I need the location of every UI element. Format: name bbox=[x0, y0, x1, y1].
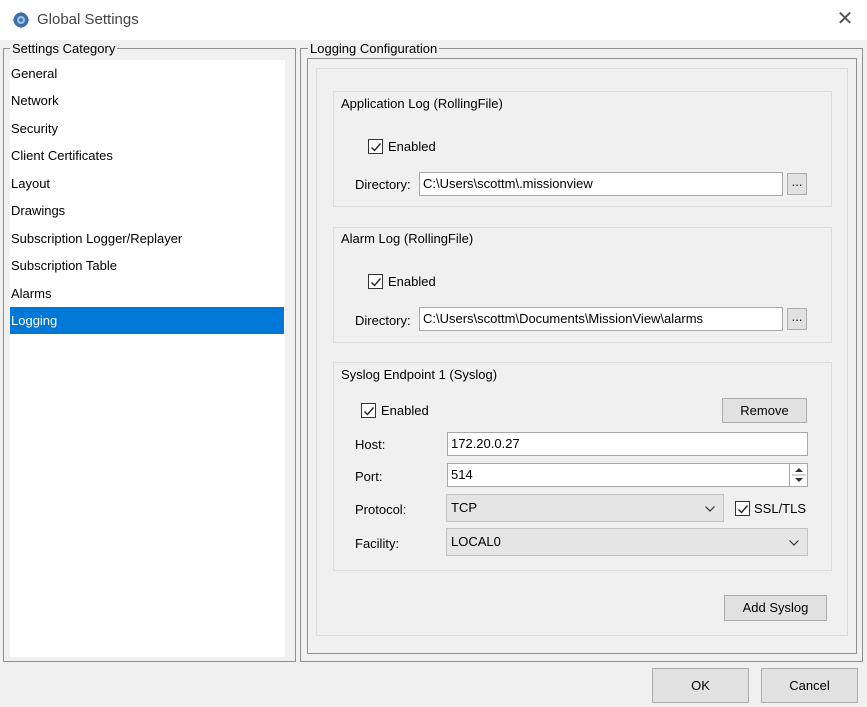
host-input[interactable]: 172.20.0.27 bbox=[447, 432, 808, 456]
check-icon bbox=[364, 407, 375, 416]
category-list: General Network Security Client Certific… bbox=[10, 60, 285, 657]
category-item-layout[interactable]: Layout bbox=[10, 170, 284, 197]
category-item-general[interactable]: General bbox=[10, 60, 284, 87]
window-title: Global Settings bbox=[37, 11, 139, 28]
check-icon bbox=[371, 278, 382, 287]
logging-legend: Logging Configuration bbox=[308, 41, 440, 56]
category-item-subscription-logger[interactable]: Subscription Logger/Replayer bbox=[10, 225, 284, 252]
port-spinner[interactable] bbox=[789, 464, 807, 486]
globe-gear-icon bbox=[12, 11, 30, 29]
alarm-log-directory-input[interactable]: C:\Users\scottm\Documents\MissionView\al… bbox=[419, 307, 783, 331]
alarm-log-title: Alarm Log (RollingFile) bbox=[341, 231, 474, 246]
category-legend: Settings Category bbox=[10, 41, 118, 56]
category-item-client-certificates[interactable]: Client Certificates bbox=[10, 142, 284, 169]
facility-selected-value: LOCAL0 bbox=[451, 534, 501, 549]
app-log-directory-label: Directory: bbox=[355, 177, 411, 192]
port-label: Port: bbox=[355, 469, 383, 484]
alarm-log-directory-label: Directory: bbox=[355, 313, 411, 328]
alarm-log-browse-button[interactable]: ... bbox=[787, 308, 807, 330]
syslog-enabled-checkbox[interactable] bbox=[361, 403, 376, 418]
protocol-select[interactable]: TCP bbox=[446, 494, 724, 522]
app-log-title: Application Log (RollingFile) bbox=[341, 96, 503, 111]
close-icon[interactable]: ✕ bbox=[836, 9, 854, 29]
app-log-browse-button[interactable]: ... bbox=[787, 173, 807, 195]
category-item-drawings[interactable]: Drawings bbox=[10, 197, 284, 224]
port-input[interactable]: 514 bbox=[447, 463, 808, 487]
category-item-logging[interactable]: Logging bbox=[10, 307, 284, 334]
chevron-down-icon bbox=[789, 540, 799, 546]
cancel-button[interactable]: Cancel bbox=[761, 668, 858, 703]
category-item-network[interactable]: Network bbox=[10, 87, 284, 114]
ssl-tls-checkbox[interactable] bbox=[735, 501, 750, 516]
category-item-security[interactable]: Security bbox=[10, 115, 284, 142]
app-log-enabled-label: Enabled bbox=[388, 139, 436, 154]
facility-select[interactable]: LOCAL0 bbox=[446, 528, 808, 556]
app-log-directory-input[interactable]: C:\Users\scottm\.missionview bbox=[419, 172, 783, 196]
check-icon bbox=[738, 505, 749, 514]
syslog-enabled-label: Enabled bbox=[381, 403, 429, 418]
syslog-title: Syslog Endpoint 1 (Syslog) bbox=[341, 367, 498, 382]
category-item-subscription-table[interactable]: Subscription Table bbox=[10, 252, 284, 279]
host-label: Host: bbox=[355, 437, 386, 452]
add-syslog-button[interactable]: Add Syslog bbox=[724, 595, 827, 621]
alarm-log-enabled-checkbox[interactable] bbox=[368, 274, 383, 289]
check-icon bbox=[371, 143, 382, 152]
facility-label: Facility: bbox=[355, 536, 400, 551]
remove-button[interactable]: Remove bbox=[722, 398, 807, 423]
protocol-selected-value: TCP bbox=[451, 500, 477, 515]
category-item-alarms[interactable]: Alarms bbox=[10, 280, 284, 307]
app-log-enabled-checkbox[interactable] bbox=[368, 139, 383, 154]
ok-button[interactable]: OK bbox=[652, 668, 749, 703]
alarm-log-enabled-label: Enabled bbox=[388, 274, 436, 289]
spinner-arrows-icon bbox=[792, 468, 806, 482]
ssl-tls-label: SSL/TLS bbox=[754, 501, 807, 516]
protocol-label: Protocol: bbox=[355, 502, 407, 517]
chevron-down-icon bbox=[705, 506, 715, 512]
